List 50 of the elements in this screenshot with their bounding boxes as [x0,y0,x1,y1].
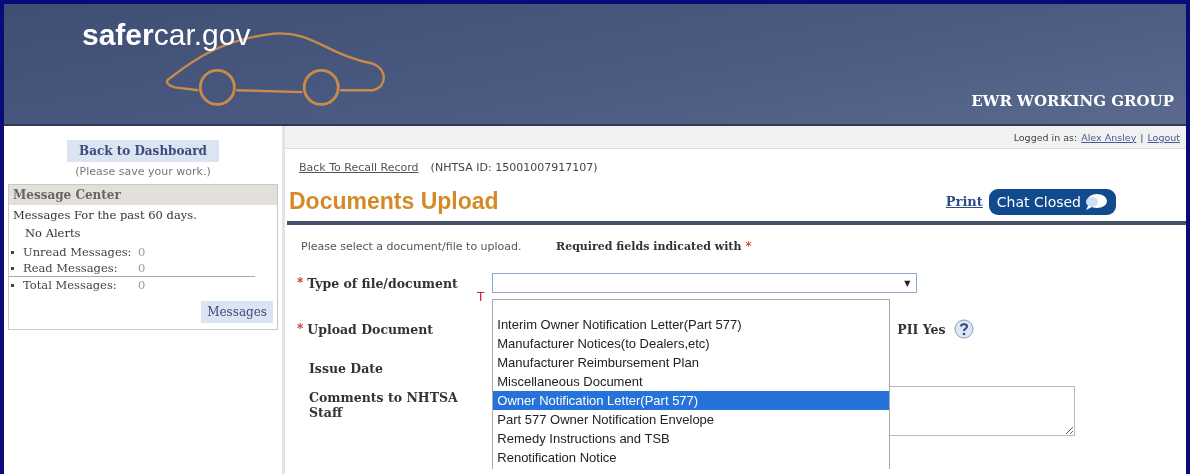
count-label: Total Messages: [23,278,118,292]
count-label: Unread Messages: [23,245,133,259]
dropdown-option[interactable]: Manufacturer Notices(to Dealers,etc) [493,334,890,353]
user-link[interactable]: Alex Ansley [1081,131,1137,143]
messages-button[interactable]: Messages [201,301,273,323]
page-title: Documents Upload [289,188,499,215]
dropdown-arrow-icon: ▼ [904,278,911,288]
dropdown-option[interactable]: Owner Notification Letter(Part 577) [493,391,890,410]
dropdown-option[interactable]: Renotification Notice [493,448,890,467]
count-label: Read Messages: [23,261,119,275]
instructions: Please select a document/file to upload. [301,240,523,253]
bullet-icon [11,283,14,287]
dropdown-option[interactable]: Manufacturer Reimbursement Plan [493,353,890,372]
logged-in-label: Logged in as: [1013,131,1078,143]
field-label: Type of file/document [307,275,459,291]
print-link[interactable]: Print [945,194,983,209]
field-label: Upload Document [307,321,435,337]
dropdown-option[interactable]: Part 577 Owner Notification Envelope [493,410,890,429]
count-value: 0 [138,278,146,292]
save-note: (Please save your work.) [75,165,211,178]
logout-link[interactable]: Logout [1147,131,1180,143]
bullet-icon [11,266,14,270]
pii-label: PII Yes [897,321,946,337]
dropdown-option[interactable]: Interim Owner Notification Letter(Part 577) [493,315,890,334]
required-mark: * [745,239,752,253]
separator: | [1140,131,1144,143]
back-to-dashboard-button[interactable]: Back to Dashboard [67,140,219,162]
panel-title: Message Center [9,185,277,205]
dropdown-option[interactable]: Remedy Instructions and TSB [493,429,890,448]
site-logo[interactable]: safercar.gov [82,18,251,52]
chat-label: Chat Closed [996,193,1081,210]
group-name: EWR WORKING GROUP [971,92,1174,110]
hint-text: T [477,290,485,304]
field-label: Issue Date [308,361,384,376]
message-period: Messages For the past 60 days. [12,207,198,224]
count-value: 0 [138,261,146,275]
required-note: Required fields indicated with [556,240,742,253]
field-label: Comments to NHTSA Staff [308,389,459,420]
nhtsa-id: (NHTSA ID: 15001007917107) [430,161,598,174]
count-value: 0 [138,245,146,259]
bullet-icon [11,250,14,254]
dropdown-option[interactable]: Miscellaneous Document [493,372,890,391]
speech-bubble-icon [1084,192,1108,211]
help-icon[interactable] [953,319,974,339]
chat-button[interactable]: Chat Closed [988,188,1116,215]
required-mark: * [297,322,304,336]
alerts-status: No Alerts [24,225,82,242]
back-to-recall-link[interactable]: Back To Recall Record [299,161,419,174]
document-type-select[interactable]: ▼ [492,273,918,293]
required-mark: * [297,276,304,290]
